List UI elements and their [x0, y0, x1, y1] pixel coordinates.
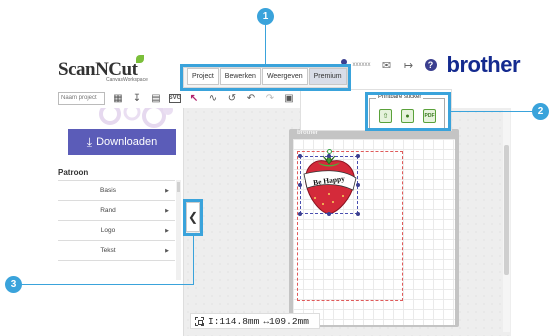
section-title: Patroon	[58, 168, 89, 177]
redo-icon[interactable]: ↷	[264, 92, 276, 104]
dimensions-bar: I:114.8mm ↔109.2mm	[190, 313, 320, 329]
chevron-right-icon: ▶	[165, 247, 169, 254]
chevron-right-icon: ▶	[165, 187, 169, 194]
category-logo[interactable]: Logo ▶	[58, 221, 175, 241]
rotate-handle[interactable]	[327, 149, 332, 154]
category-tekst[interactable]: Tekst ▶	[58, 241, 175, 261]
resize-handle[interactable]	[298, 154, 302, 158]
download-button[interactable]: ⤓ Downloaden	[68, 129, 176, 155]
select-arrow-icon[interactable]: ↖	[188, 92, 200, 104]
resize-handle[interactable]	[298, 183, 302, 187]
toolbar: ▦ ↧ ▤ SVG ↖ ∿ ↺ ↶ ↷ ▣	[58, 88, 301, 108]
download-arrow-icon: ⤓	[86, 134, 93, 149]
callout-box-2	[365, 92, 451, 131]
draw-line-icon[interactable]: ∿	[207, 92, 219, 104]
category-list: Basis ▶ Rand ▶ Logo ▶ Tekst ▶	[58, 180, 175, 261]
callout-line-1	[265, 24, 266, 64]
callout-badge-2: 2	[532, 103, 549, 120]
callout-badge-3: 3	[5, 276, 22, 293]
left-panel-scrollbar[interactable]	[176, 180, 181, 280]
height-readout: ↔109.2mm	[263, 315, 309, 327]
callout-box-3	[183, 199, 203, 236]
open-folder-icon[interactable]: ▤	[150, 92, 162, 104]
category-label: Rand	[100, 207, 116, 214]
project-name-input[interactable]	[58, 91, 105, 105]
callout-line-3b	[22, 284, 194, 285]
callout-badge-1: 1	[257, 8, 274, 25]
size-icon	[195, 316, 204, 326]
resize-handle[interactable]	[298, 212, 302, 216]
category-label: Tekst	[100, 247, 116, 254]
resize-handle[interactable]	[327, 154, 331, 158]
download-icon[interactable]: ↧	[131, 92, 143, 104]
leaf-icon	[136, 55, 144, 63]
selection-box[interactable]	[298, 154, 360, 216]
brand-logo: brother	[446, 52, 521, 77]
callout-box-1	[180, 64, 351, 91]
resize-handle[interactable]	[327, 212, 331, 216]
category-label: Logo	[100, 227, 116, 234]
chevron-right-icon: ▶	[165, 207, 169, 214]
chevron-right-icon: ▶	[165, 227, 169, 234]
callout-line-2	[451, 111, 533, 112]
new-project-icon[interactable]: ▦	[112, 92, 124, 104]
header-actions: xxxxxx ✉ ↦ ? brother	[337, 52, 521, 77]
help-icon[interactable]: ?	[424, 59, 437, 71]
app-screen: brother Be Happy I:114.8mm ↔109.2mm Scan…	[0, 0, 550, 336]
undo-icon[interactable]: ↶	[245, 92, 257, 104]
mailbox-icon[interactable]: ✉	[381, 59, 393, 72]
freehand-icon[interactable]: ↺	[226, 92, 238, 104]
logo-subtitle: CanvasWorkspace	[106, 77, 148, 83]
category-basis[interactable]: Basis ▶	[58, 181, 175, 201]
svg-import-icon[interactable]: SVG	[169, 93, 181, 103]
logout-icon[interactable]: ↦	[403, 59, 415, 72]
user-name[interactable]: xxxxxx	[353, 62, 371, 68]
canvas-scrollbar[interactable]	[503, 110, 510, 332]
category-label: Basis	[100, 187, 116, 194]
resize-handle[interactable]	[356, 183, 360, 187]
app-logo: ScanNCut CanvasWorkspace	[58, 55, 148, 83]
download-label: Downloaden	[96, 136, 158, 148]
category-rand[interactable]: Rand ▶	[58, 201, 175, 221]
resize-handle[interactable]	[356, 154, 360, 158]
decorative-flourish	[99, 108, 173, 128]
callout-line-3a	[193, 236, 194, 284]
delete-icon[interactable]: ▣	[283, 92, 295, 104]
width-readout: I:114.8mm	[208, 315, 260, 327]
resize-handle[interactable]	[356, 212, 360, 216]
